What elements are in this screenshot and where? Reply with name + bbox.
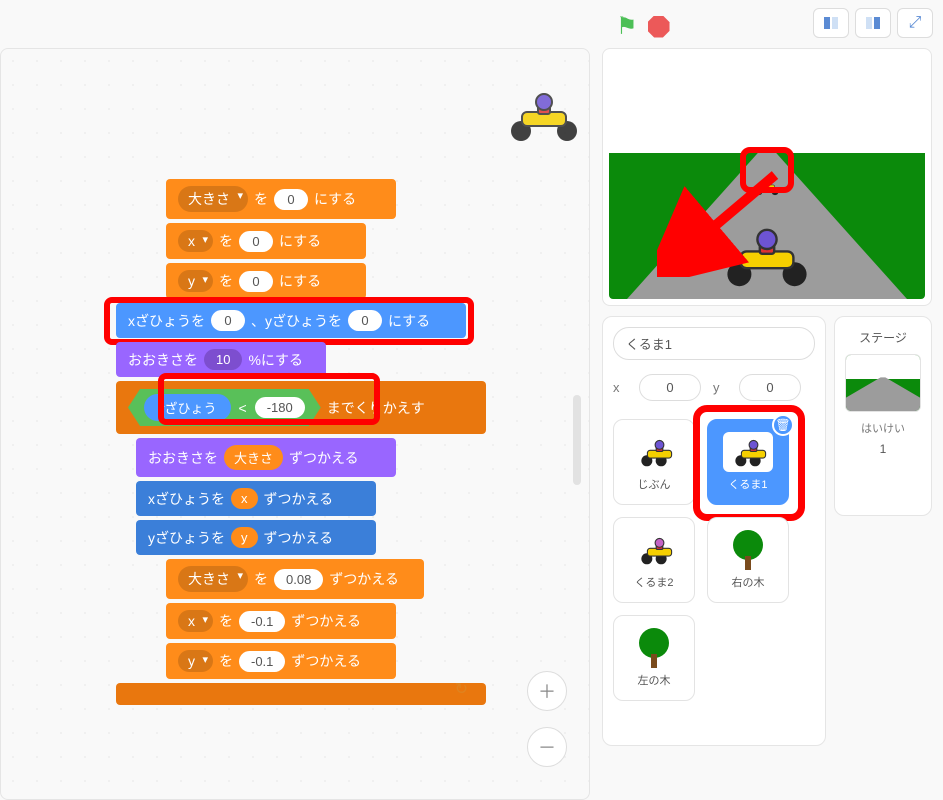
input-size-pct[interactable]: 10 <box>204 349 242 370</box>
block-repeat-until[interactable]: yざひょう < -180 までくりかえす <box>116 381 486 434</box>
small-stage-button[interactable] <box>813 8 849 38</box>
block-goto-xy[interactable]: xざひょうを 0 、yざひょうを 0 にする <box>116 303 466 338</box>
dropdown-x2[interactable]: x <box>178 610 213 632</box>
block-set-var-y[interactable]: y を 0 にする <box>166 263 366 299</box>
sprite-card-hidari[interactable]: 左の木 <box>613 615 695 701</box>
reporter-yv[interactable]: y <box>231 527 258 548</box>
label: を <box>254 189 268 209</box>
label: にする <box>279 231 321 251</box>
operator-lt: < <box>239 400 247 416</box>
label: ずつかえる <box>289 448 359 468</box>
dropdown-size[interactable]: 大きさ <box>178 186 248 212</box>
loop-arrow-icon: ↻ <box>455 679 468 699</box>
label: を <box>219 231 233 251</box>
sprite-label: くるま2 <box>635 574 674 590</box>
input-goto-x[interactable]: 0 <box>211 310 245 331</box>
label: を <box>219 271 233 291</box>
label: ずつかえる <box>264 489 334 509</box>
stop-icon[interactable] <box>648 16 670 38</box>
label: 、yざひょうを <box>251 311 342 331</box>
block-set-var-size[interactable]: 大きさ を 0 にする <box>166 179 396 219</box>
label: xざひょうを <box>148 489 225 509</box>
scrollbar[interactable] <box>573 395 581 485</box>
label: %にする <box>248 350 303 370</box>
label: を <box>219 611 233 631</box>
sprite-y-field[interactable]: 0 <box>739 374 801 401</box>
input-inc-y[interactable]: -0.1 <box>239 651 285 672</box>
large-stage-button[interactable] <box>855 8 891 38</box>
backdrop-count: 1 <box>843 442 923 456</box>
sprite-x-field[interactable]: 0 <box>639 374 701 401</box>
block-repeat-until-end[interactable]: ↻ <box>116 683 486 705</box>
reporter-x[interactable]: x <box>231 488 258 509</box>
input-inc-size[interactable]: 0.08 <box>274 569 323 590</box>
sprite-label: じぶん <box>638 476 671 492</box>
block-change-y-by[interactable]: yざひょうを y ずつかえる <box>136 520 376 555</box>
sprite-name-field[interactable]: くるま1 <box>613 327 815 360</box>
dropdown-size2[interactable]: 大きさ <box>178 566 248 592</box>
stage-preview[interactable] <box>602 48 932 306</box>
annotation-highlight-stage-far <box>740 147 794 193</box>
stage-panel: ステージ はいけい 1 <box>834 316 932 516</box>
label: にする <box>279 271 321 291</box>
zoom-out-button[interactable]: － <box>527 727 567 767</box>
block-stack[interactable]: 大きさ を 0 にする x を 0 にする y を 0 にする xざひょうを 0… <box>116 179 586 709</box>
label: ずつかえる <box>291 651 361 671</box>
input-limit[interactable]: -180 <box>255 397 305 418</box>
input-size-val[interactable]: 0 <box>274 189 308 210</box>
dropdown-y[interactable]: y <box>178 270 213 292</box>
delete-sprite-button[interactable]: 🗑 <box>772 414 794 436</box>
sprite-watermark <box>509 89 559 131</box>
sprite-card-kuruma2[interactable]: くるま2 <box>613 517 695 603</box>
sprite-card-kuruma1[interactable]: くるま1 🗑 <box>707 419 789 505</box>
sprite-card-migi[interactable]: 右の木 <box>707 517 789 603</box>
label: を <box>254 569 268 589</box>
label-x: x <box>613 380 627 395</box>
label: にする <box>314 189 356 209</box>
bool-condition[interactable]: yざひょう < -180 <box>128 389 321 426</box>
sprite-label: 左の木 <box>638 672 671 688</box>
green-flag-icon[interactable]: ⚑ <box>616 12 638 41</box>
label: ずつかえる <box>329 569 399 589</box>
zoom-in-button[interactable]: ＋ <box>527 671 567 711</box>
sprite-label: くるま1 <box>729 476 768 492</box>
input-goto-y[interactable]: 0 <box>348 310 382 331</box>
label: ずつかえる <box>264 528 334 548</box>
sprite-panel: くるま1 x 0 y 0 じぶん くるま1 🗑 くるま2 右 <box>602 316 826 746</box>
reporter-size[interactable]: 大きさ <box>224 445 283 470</box>
sprite-card-jibun[interactable]: じぶん <box>613 419 695 505</box>
label: にする <box>388 311 430 331</box>
fullscreen-button[interactable]: ⤢ <box>897 8 933 38</box>
sprite-label: 右の木 <box>732 574 765 590</box>
block-set-var-x[interactable]: x を 0 にする <box>166 223 366 259</box>
label: を <box>219 651 233 671</box>
backdrop-label: はいけい <box>843 420 923 436</box>
label: おおきさを <box>148 448 218 468</box>
script-area[interactable]: 大きさ を 0 にする x を 0 にする y を 0 にする xざひょうを 0… <box>0 48 590 800</box>
block-inc-size[interactable]: 大きさ を 0.08 ずつかえる <box>166 559 424 599</box>
stage-car-near <box>732 229 802 281</box>
input-inc-x[interactable]: -0.1 <box>239 611 285 632</box>
input-y-val[interactable]: 0 <box>239 271 273 292</box>
label-y: y <box>713 380 727 395</box>
label: yざひょうを <box>148 528 225 548</box>
block-change-look-size[interactable]: おおきさを 大きさ ずつかえる <box>136 438 396 477</box>
backdrop-thumb[interactable] <box>845 354 921 412</box>
block-inc-y[interactable]: y を -0.1 ずつかえる <box>166 643 396 679</box>
block-set-size-pct[interactable]: おおきさを 10 %にする <box>116 342 326 377</box>
label: おおきさを <box>128 350 198 370</box>
label: xざひょうを <box>128 311 205 331</box>
input-x-val[interactable]: 0 <box>239 231 273 252</box>
label: ずつかえる <box>291 611 361 631</box>
label: までくりかえす <box>327 398 425 418</box>
stage-panel-title: ステージ <box>843 329 923 346</box>
block-inc-x[interactable]: x を -0.1 ずつかえる <box>166 603 396 639</box>
dropdown-x[interactable]: x <box>178 230 213 252</box>
dropdown-y2[interactable]: y <box>178 650 213 672</box>
reporter-y[interactable]: yざひょう <box>144 394 231 421</box>
block-change-x-by[interactable]: xざひょうを x ずつかえる <box>136 481 376 516</box>
